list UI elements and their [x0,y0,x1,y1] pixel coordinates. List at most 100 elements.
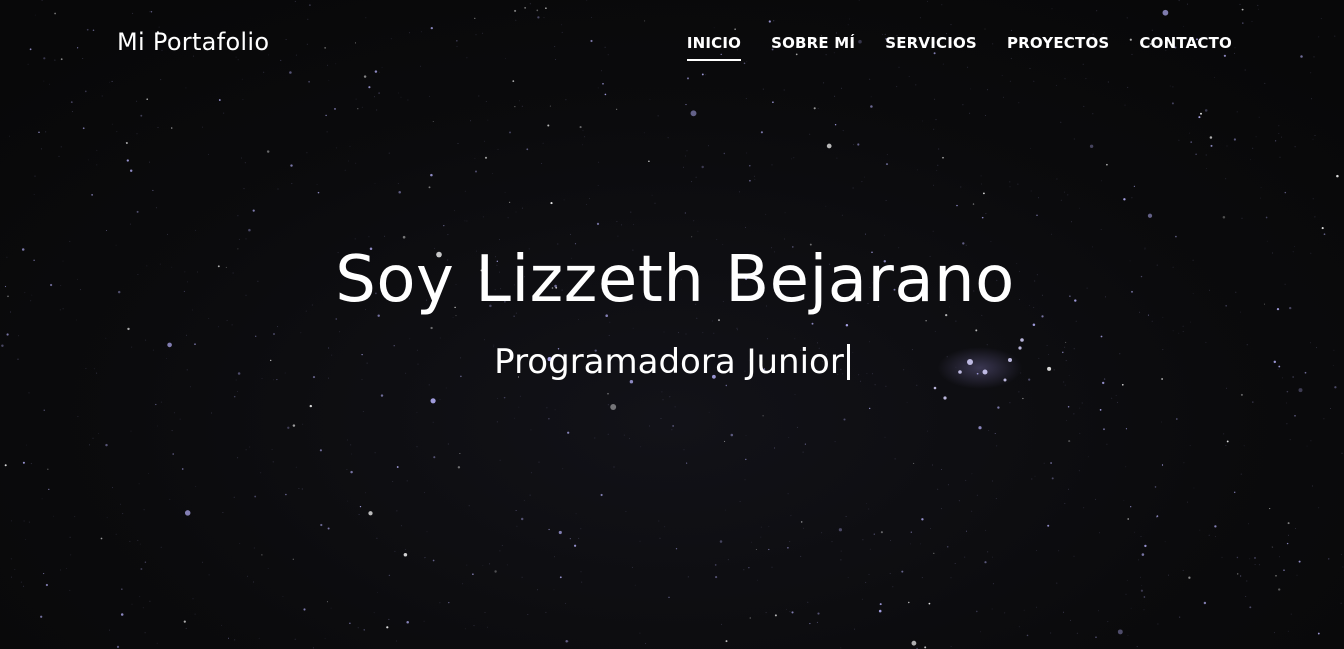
dust-speck [1101,180,1102,182]
dust-speck [862,539,864,541]
star [755,549,757,550]
dust-speck [817,108,819,110]
dust-speck [865,581,867,583]
dust-speck [969,112,971,114]
dust-speck [347,439,348,441]
star [1051,477,1054,480]
dust-speck [937,164,939,166]
dust-speck [423,620,425,622]
dust-speck [406,480,408,482]
dust-speck [171,430,173,432]
dust-speck [639,540,641,542]
dust-speck [439,398,441,400]
dust-speck [10,520,12,522]
dust-speck [101,95,103,97]
dust-speck [1100,229,1102,230]
star [600,493,603,497]
nav-link-inicio[interactable]: INICIO [686,34,742,61]
star [573,544,577,547]
star [1068,440,1071,443]
star [494,570,497,573]
star [1050,462,1053,464]
dust-speck [1004,612,1006,614]
dust-speck [1064,191,1065,193]
star [1117,629,1123,635]
dust-speck [454,210,455,212]
dust-speck [10,576,12,578]
dust-speck [397,92,399,94]
dust-speck [991,480,993,482]
dust-speck [580,571,582,573]
star [748,567,750,569]
star [668,596,670,598]
star [428,186,431,189]
star [725,384,728,387]
dust-speck [129,223,131,225]
dust-speck [169,498,171,500]
nebula-star [933,386,937,390]
dust-speck [138,483,140,485]
star [981,216,984,219]
dust-speck [69,536,71,538]
dust-speck [530,472,532,474]
dust-speck [674,406,676,408]
star [1190,141,1193,143]
star [686,462,688,464]
dust-speck [447,443,449,445]
star [1323,233,1326,236]
typing-cursor [846,344,850,380]
dust-speck [667,137,669,139]
dust-speck [1225,444,1227,446]
dust-speck [266,150,268,152]
dust-speck [633,224,634,226]
dust-speck [1287,630,1289,632]
star [1106,163,1108,166]
star [1298,388,1303,393]
star [398,191,401,194]
star [82,127,85,130]
dust-speck [1340,602,1342,604]
dust-speck [234,639,236,641]
star [865,233,866,235]
dust-speck [1290,613,1292,615]
star [978,426,982,430]
dust-speck [541,163,543,164]
dust-speck [575,513,577,515]
dust-speck [143,509,145,511]
star [1188,576,1191,579]
dust-speck [1223,433,1225,435]
dust-speck [96,149,98,151]
nav-link-contacto[interactable]: CONTACTO [1139,34,1232,58]
star [1275,575,1277,577]
dust-speck [258,637,260,639]
dust-speck [745,435,747,437]
dust-speck [787,493,789,495]
nav-link-sobre-mi[interactable]: SOBRE MÍ [771,34,855,58]
dust-speck [295,466,297,468]
dust-speck [965,479,967,481]
star [924,646,927,649]
star [547,124,550,127]
dust-speck [464,628,466,630]
star [549,105,551,107]
star [745,458,747,461]
dust-speck [771,164,773,166]
nav-link-servicios[interactable]: SERVICIOS [885,34,977,58]
dust-speck [357,627,359,629]
dust-speck [125,142,127,144]
dust-speck [499,550,501,552]
star [326,601,328,603]
star [942,156,944,159]
dust-speck [347,500,349,502]
dust-speck [22,585,24,587]
nav-link-proyectos[interactable]: PROYECTOS [1007,34,1109,58]
dust-speck [760,526,762,528]
dust-speck [1036,606,1037,608]
star [975,610,978,613]
dust-speck [1034,475,1036,477]
star [172,453,174,455]
star [136,210,139,213]
dust-speck [597,185,599,186]
star [396,466,399,468]
brand-logo[interactable]: Mi Portafolio [117,28,269,56]
